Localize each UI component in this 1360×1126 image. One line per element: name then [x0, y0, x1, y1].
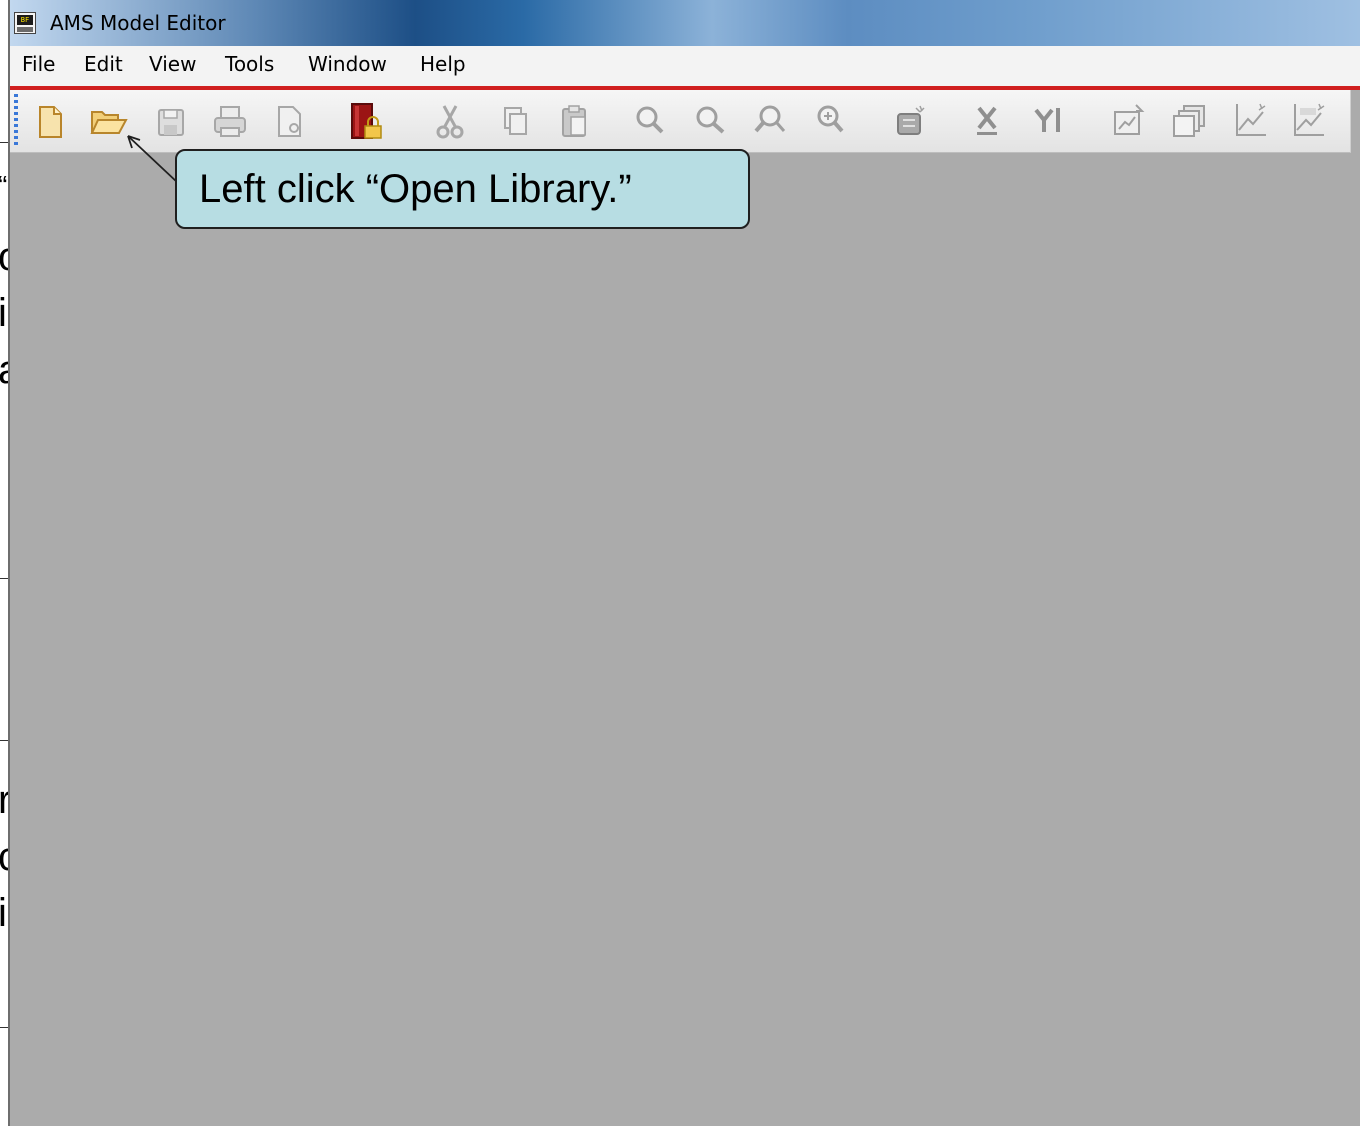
instruction-callout: Left click “Open Library.” — [175, 149, 750, 229]
new-file-icon — [39, 106, 62, 138]
graph-window-icon — [1114, 104, 1145, 135]
zoom-in-button[interactable] — [750, 100, 790, 142]
locked-library-button[interactable] — [346, 100, 386, 142]
menu-bar: File Edit View Tools Window Help — [10, 46, 1360, 90]
zoom-fit-icon — [817, 105, 844, 133]
ams-model-editor-app-icon[interactable]: BF — [14, 12, 36, 34]
auto-plot-icon — [1294, 103, 1325, 136]
title-bar[interactable]: BF AMS Model Editor — [10, 0, 1360, 46]
print-preview-button[interactable] — [270, 100, 310, 142]
zoom-out-icon — [696, 106, 725, 134]
zoom-icon — [636, 106, 664, 134]
paste-button[interactable] — [554, 100, 594, 142]
strip-text-fragment: i — [0, 291, 7, 335]
toolbar — [10, 90, 1351, 153]
zoom-fit-button[interactable] — [810, 100, 850, 142]
y-axis-button[interactable] — [1028, 100, 1068, 142]
y-axis-icon — [1034, 108, 1060, 132]
paste-icon — [562, 105, 586, 137]
copy-icon — [504, 107, 527, 135]
zoom-out-button[interactable] — [690, 100, 730, 142]
x-axis-icon — [977, 106, 997, 135]
toolbar-grip-handle[interactable] — [14, 94, 18, 146]
cut-button[interactable] — [430, 100, 470, 142]
workspace-area[interactable] — [10, 153, 1360, 1126]
new-file-button[interactable] — [30, 100, 70, 142]
graph-stack-button[interactable] — [1170, 100, 1210, 142]
plot-icon — [1236, 103, 1266, 136]
print-icon — [214, 106, 246, 137]
zoom-button[interactable] — [630, 100, 670, 142]
window-title: AMS Model Editor — [50, 11, 226, 35]
cut-icon — [436, 105, 464, 139]
locked-library-icon — [351, 103, 382, 139]
menu-tools[interactable]: Tools — [225, 52, 274, 76]
menu-view[interactable]: View — [149, 52, 196, 76]
graph-window-button[interactable] — [1108, 100, 1148, 142]
zoom-in-icon — [754, 105, 786, 133]
component-icon — [897, 105, 925, 135]
print-button[interactable] — [210, 100, 250, 142]
menu-window[interactable]: Window — [308, 52, 387, 76]
strip-text-fragment: “ — [0, 172, 7, 200]
x-axis-button[interactable] — [968, 100, 1008, 142]
print-preview-icon — [278, 106, 301, 137]
component-button[interactable] — [890, 100, 930, 142]
copy-button[interactable] — [494, 100, 534, 142]
plot-button[interactable] — [1230, 100, 1270, 142]
menu-file[interactable]: File — [22, 52, 55, 76]
menu-help[interactable]: Help — [420, 52, 466, 76]
strip-text-fragment: i — [0, 891, 7, 935]
callout-text: Left click “Open Library.” — [199, 167, 632, 211]
menu-edit[interactable]: Edit — [84, 52, 123, 76]
auto-plot-button[interactable] — [1288, 100, 1328, 142]
graph-stack-icon — [1173, 105, 1205, 137]
